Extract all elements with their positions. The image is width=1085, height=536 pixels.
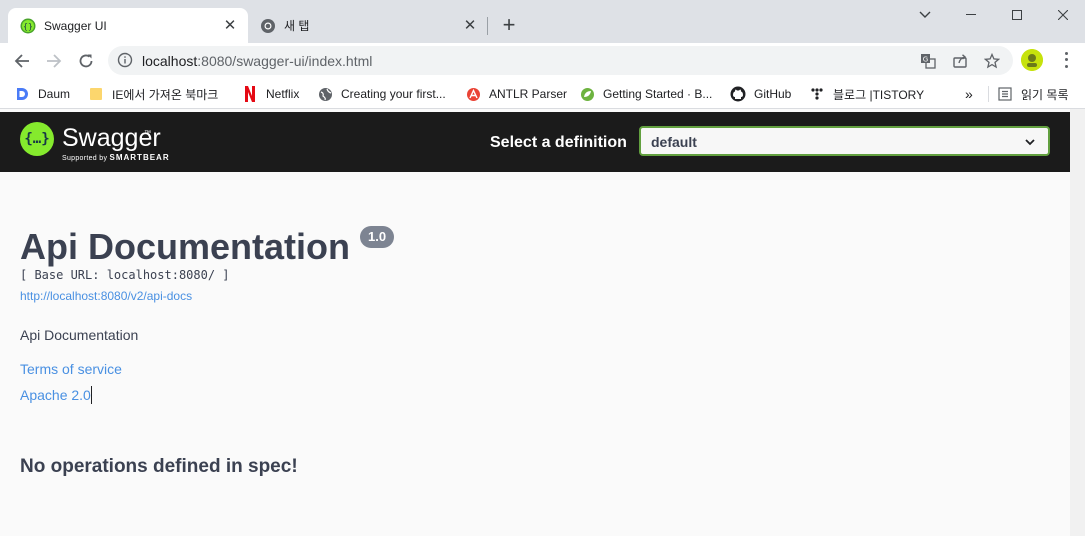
url-path: :8080/swagger-ui/index.html xyxy=(197,53,373,69)
bookmark-antlr[interactable]: ANTLR Parser xyxy=(465,85,567,103)
tab-strip: {} Swagger UI ✕ 새 탭 ✕ + xyxy=(0,0,1085,43)
trademark: ™ xyxy=(144,130,151,137)
bookmark-label: Netflix xyxy=(266,87,300,101)
license-link[interactable]: Apache 2.0 xyxy=(20,387,91,403)
tistory-icon xyxy=(809,86,825,102)
more-bookmarks-button[interactable]: » xyxy=(965,85,973,103)
bookmark-getting-started[interactable]: Getting Started · B... xyxy=(579,85,712,103)
tab-close-icon[interactable]: ✕ xyxy=(222,17,238,34)
swagger-tagline: Supported by SMARTBEAR xyxy=(62,153,170,162)
definition-select[interactable]: default xyxy=(639,126,1050,156)
version-badge: 1.0 xyxy=(360,226,395,248)
bookmark-label: Daum xyxy=(38,87,71,101)
reload-icon[interactable] xyxy=(74,49,98,73)
minimize-icon[interactable] xyxy=(948,3,994,27)
bookmark-netflix[interactable]: Netflix xyxy=(242,85,299,103)
bookmark-star-icon[interactable] xyxy=(982,51,1002,71)
tab-search-icon[interactable] xyxy=(902,3,948,27)
bookmark-daum[interactable]: Daum xyxy=(14,85,70,103)
profile-avatar[interactable] xyxy=(1021,49,1043,71)
bookmarks-bar: Daum IE에서 가져온 북마크 Netflix Creating your … xyxy=(0,79,1085,109)
tab-title: 새 탭 xyxy=(284,19,310,33)
swagger-logo-icon[interactable]: {…} xyxy=(20,122,54,156)
netflix-icon xyxy=(242,86,258,102)
maximize-icon[interactable] xyxy=(994,3,1040,27)
bookmark-label: Getting Started · B... xyxy=(603,87,713,101)
share-icon[interactable] xyxy=(950,51,970,71)
bookmark-ie-folder[interactable]: IE에서 가져온 북마크 xyxy=(88,85,218,103)
definition-label: Select a definition xyxy=(490,134,627,151)
bookmark-label: Creating your first... xyxy=(341,87,446,101)
url-host: localhost xyxy=(142,53,198,69)
base-url: [ Base URL: localhost:8080/ ] xyxy=(20,268,230,282)
definition-value: default xyxy=(651,134,697,150)
spring-icon xyxy=(579,86,595,102)
back-icon[interactable] xyxy=(10,49,34,73)
chrome-icon xyxy=(260,18,276,34)
bookmarks-divider xyxy=(988,86,989,102)
bookmark-github[interactable]: GitHub xyxy=(730,85,791,103)
bookmark-label: IE에서 가져온 북마크 xyxy=(112,87,219,102)
svg-text:G: G xyxy=(923,56,928,64)
api-title: Api Documentation xyxy=(20,226,350,267)
api-description: Api Documentation xyxy=(20,327,139,343)
browser-menu-icon[interactable] xyxy=(1058,50,1074,70)
forward-icon[interactable] xyxy=(42,49,66,73)
no-operations-message: No operations defined in spec! xyxy=(20,456,298,477)
smartbear-brand: SMARTBEAR xyxy=(109,153,170,162)
swagger-brand[interactable]: Swagger xyxy=(62,124,161,153)
bookmark-label: ANTLR Parser xyxy=(489,87,568,101)
tab-close-icon[interactable]: ✕ xyxy=(462,17,478,34)
bookmark-label: 블로그 |TISTORY xyxy=(833,87,925,102)
terms-of-service-link[interactable]: Terms of service xyxy=(20,361,122,377)
close-window-icon[interactable] xyxy=(1040,3,1085,27)
reading-list-label: 읽기 목록 xyxy=(1021,87,1069,102)
swagger-favicon-icon: {} xyxy=(20,18,36,34)
svg-text:{}: {} xyxy=(23,22,33,31)
site-info-icon[interactable] xyxy=(117,52,133,73)
daum-icon xyxy=(14,86,30,102)
reading-list-icon xyxy=(997,86,1013,102)
bookmark-label: GitHub xyxy=(754,87,792,101)
new-tab-button[interactable]: + xyxy=(499,14,519,36)
swagger-page: {…} Swagger ™ Supported by SMARTBEAR Sel… xyxy=(0,109,1085,536)
tab-title: Swagger UI xyxy=(44,18,107,33)
globe-icon xyxy=(317,86,333,102)
tab-swagger-ui[interactable]: {} Swagger UI ✕ xyxy=(8,8,248,43)
chevron-down-icon xyxy=(1024,135,1036,153)
reading-list-button[interactable]: 읽기 목록 xyxy=(997,85,1069,103)
vertical-scrollbar[interactable] xyxy=(1070,109,1085,536)
bookmark-tistory[interactable]: 블로그 |TISTORY xyxy=(809,85,924,103)
folder-icon xyxy=(88,86,104,102)
translate-icon[interactable]: G xyxy=(918,51,938,71)
url-text: localhost:8080/swagger-ui/index.html xyxy=(142,53,372,69)
text-cursor xyxy=(91,386,92,404)
github-icon xyxy=(730,86,746,102)
address-bar[interactable]: localhost:8080/swagger-ui/index.html G xyxy=(108,46,1013,75)
antlr-icon xyxy=(465,86,481,102)
tagline-prefix: Supported by xyxy=(62,155,108,162)
browser-toolbar: localhost:8080/swagger-ui/index.html G xyxy=(0,43,1085,79)
tab-separator xyxy=(487,17,488,35)
bookmark-creating[interactable]: Creating your first... xyxy=(317,85,446,103)
swagger-topbar: {…} Swagger ™ Supported by SMARTBEAR Sel… xyxy=(0,112,1070,172)
api-docs-link[interactable]: http://localhost:8080/v2/api-docs xyxy=(20,289,192,303)
tab-new-tab[interactable]: 새 탭 ✕ xyxy=(248,8,488,43)
